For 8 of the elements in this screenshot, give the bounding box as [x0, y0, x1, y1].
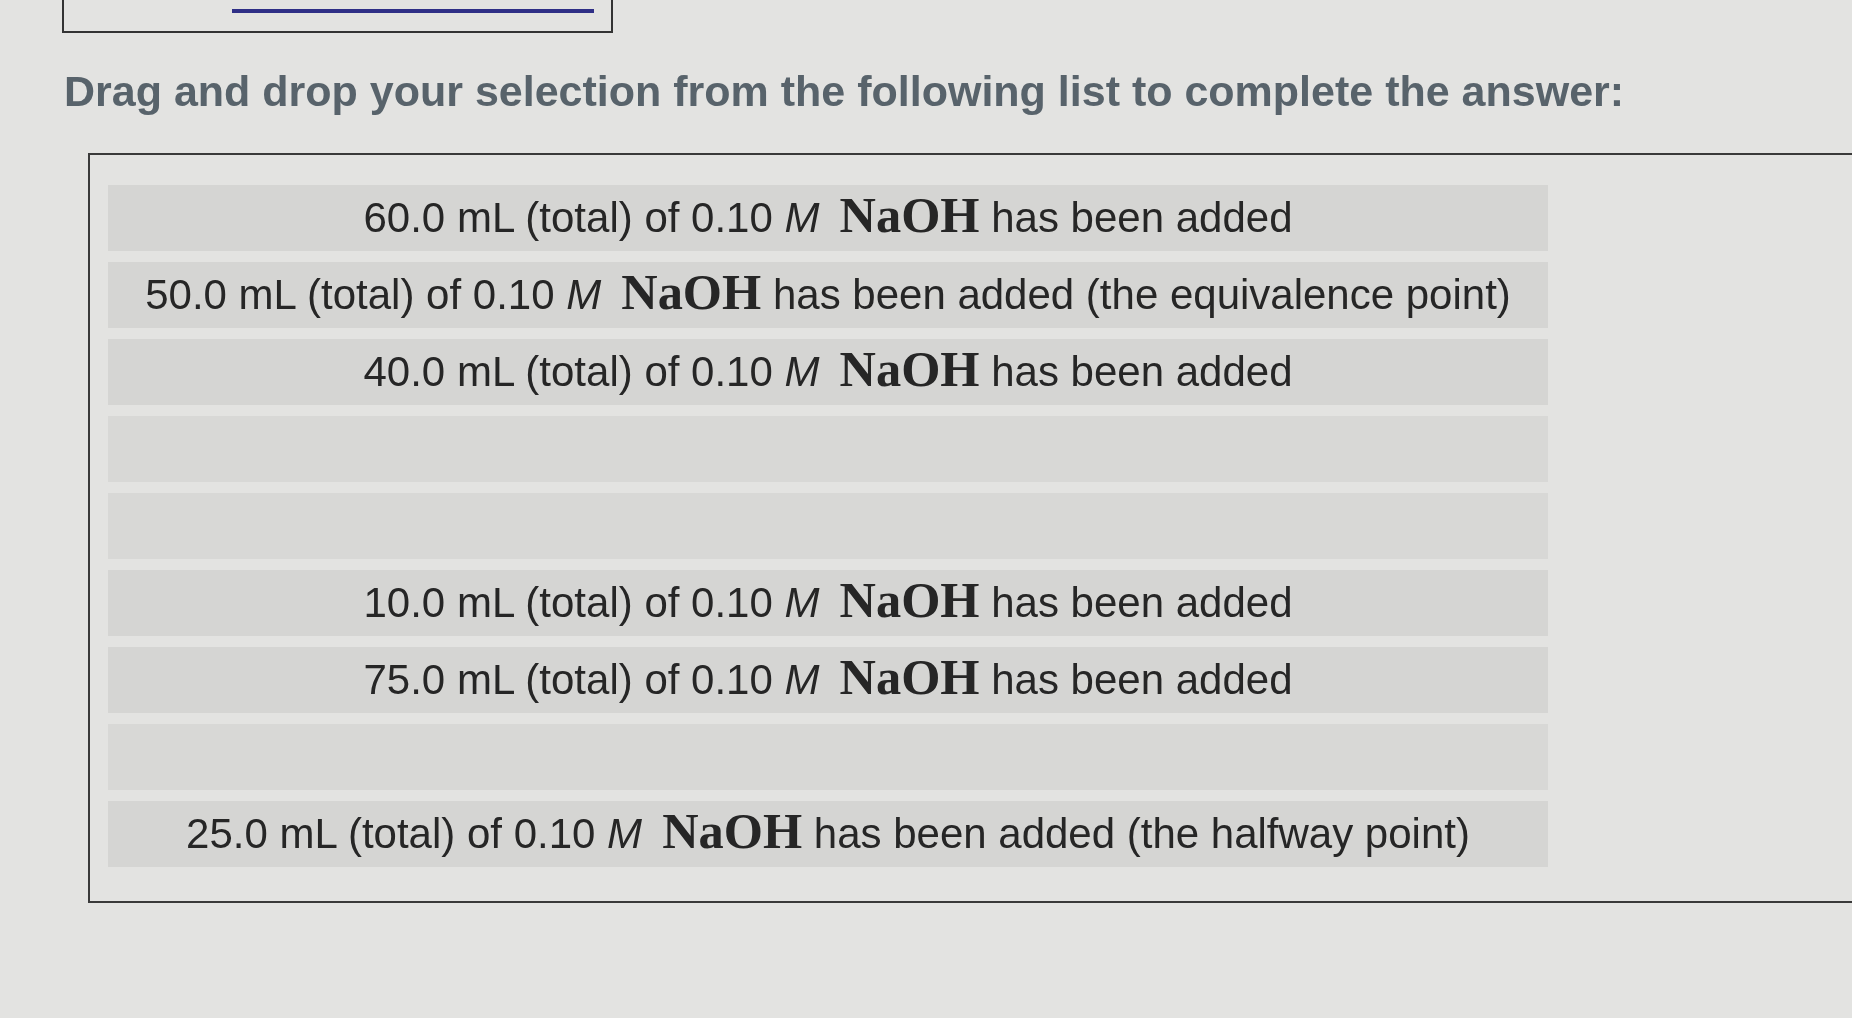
- answer-box[interactable]: [62, 0, 613, 33]
- draggable-choice[interactable]: 25.0 mL (total) of 0.10 M NaOH has been added (the halfway point): [108, 801, 1548, 867]
- draggable-choice[interactable]: 40.0 mL (total) of 0.10 M NaOH has been added: [108, 339, 1548, 405]
- instruction-text: Drag and drop your selection from the following list to complete the answer:: [64, 67, 1625, 115]
- draggable-choice[interactable]: 10.0 mL (total) of 0.10 M NaOH has been added: [108, 570, 1548, 636]
- draggable-choice[interactable]: 75.0 mL (total) of 0.10 M NaOH has been added: [108, 647, 1548, 713]
- draggable-choice[interactable]: 60.0 mL (total) of 0.10 M NaOH has been added: [108, 185, 1548, 251]
- draggable-choice[interactable]: 50.0 mL (total) of 0.10 M NaOH has been added (the equivalence point): [108, 262, 1548, 328]
